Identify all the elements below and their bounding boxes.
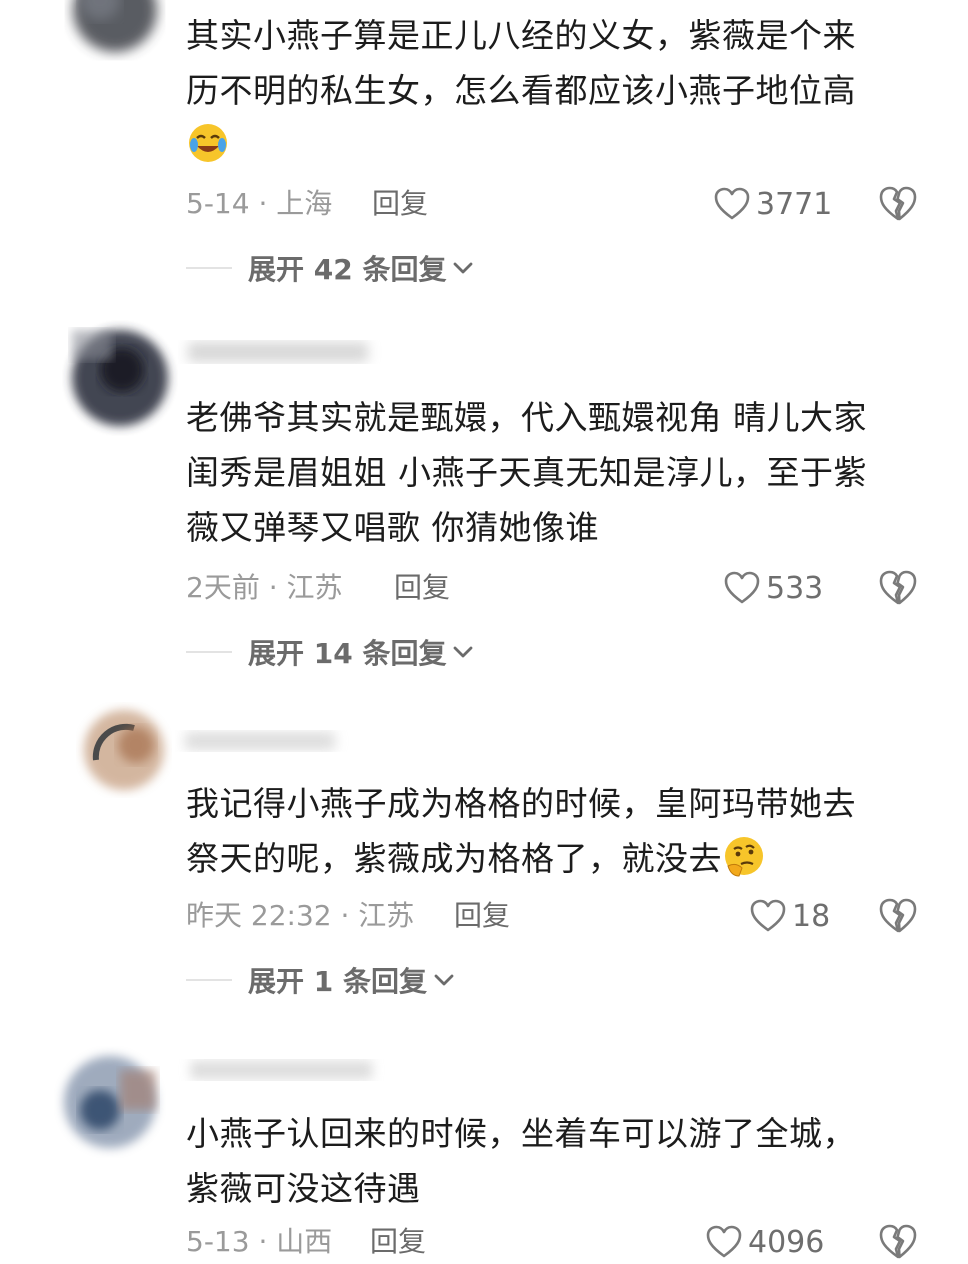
comment-line: 小燕子认回来的时候，坐着车可以游了全城， xyxy=(186,1114,856,1153)
avatar[interactable] xyxy=(50,1040,170,1160)
comment-line: 我记得小燕子成为格格的时候，皇阿玛带她去 xyxy=(186,784,856,823)
avatar[interactable] xyxy=(60,0,170,65)
comment-line: 老佛爷其实就是甄嬛，代入甄嬛视角 晴儿大家 xyxy=(186,398,867,437)
chevron-down-icon xyxy=(434,974,454,986)
reply-button[interactable]: 回复 xyxy=(394,568,450,608)
divider xyxy=(186,651,232,653)
like-button[interactable]: 4096 xyxy=(706,1220,824,1264)
comment-meta: 5-14 · 上海 xyxy=(186,187,333,220)
heart-outline-icon xyxy=(724,571,760,604)
like-button[interactable]: 3771 xyxy=(714,182,832,226)
expand-replies-button[interactable]: 展开 14 条回复 xyxy=(186,632,474,672)
comment-meta: 2天前 · 江苏 xyxy=(186,571,343,604)
comment-line: 历不明的私生女，怎么看都应该小燕子地位高 xyxy=(186,71,856,110)
thinking-face-emoji xyxy=(725,837,763,877)
reply-button[interactable]: 回复 xyxy=(370,1222,426,1262)
reply-button[interactable]: 回复 xyxy=(454,896,510,936)
like-count: 3771 xyxy=(756,186,833,222)
comment-meta: 5-13 · 山西 xyxy=(186,1225,333,1258)
crying-laughing-emoji xyxy=(189,124,227,162)
expand-replies-label: 展开 1 条回复 xyxy=(248,965,427,998)
broken-heart-icon[interactable] xyxy=(878,896,918,936)
comment-text: 其实小燕子算是正儿八经的义女，紫薇是个来 历不明的私生女，怎么看都应该小燕子地位… xyxy=(186,8,921,173)
comment-line: 紫薇可没这待遇 xyxy=(186,1169,421,1208)
avatar[interactable] xyxy=(74,690,174,800)
heart-outline-icon xyxy=(714,187,750,220)
reply-button[interactable]: 回复 xyxy=(372,184,428,224)
comment-meta: 昨天 22:32 · 江苏 xyxy=(186,899,415,932)
expand-replies-button[interactable]: 展开 42 条回复 xyxy=(186,248,474,288)
comment-line: 薇又弹琴又唱歌 你猜她像谁 xyxy=(186,508,599,547)
comment-line: 闺秀是眉姐姐 小燕子天真无知是淳儿，至于紫 xyxy=(186,453,867,492)
expand-replies-button[interactable]: 展开 1 条回复 xyxy=(186,960,455,1000)
divider xyxy=(186,267,232,269)
broken-heart-icon[interactable] xyxy=(878,1222,918,1262)
comment-line: 其实小燕子算是正儿八经的义女，紫薇是个来 xyxy=(186,16,856,55)
expand-replies-label: 展开 42 条回复 xyxy=(248,253,447,286)
avatar[interactable] xyxy=(62,310,182,440)
comment-text: 老佛爷其实就是甄嬛，代入甄嬛视角 晴儿大家 闺秀是眉姐姐 小燕子天真无知是淳儿，… xyxy=(186,390,921,555)
chevron-down-icon xyxy=(454,646,473,658)
comment-line: 祭天的呢，紫薇成为格格了，就没去 xyxy=(186,839,722,878)
heart-outline-icon xyxy=(750,899,786,932)
like-button[interactable]: 533 xyxy=(724,566,823,610)
like-count: 18 xyxy=(792,898,831,934)
username[interactable] xyxy=(176,1050,396,1090)
like-count: 4096 xyxy=(748,1224,825,1260)
username[interactable] xyxy=(175,720,395,760)
username[interactable] xyxy=(178,332,398,372)
heart-outline-icon xyxy=(706,1225,742,1258)
comment-text: 我记得小燕子成为格格的时候，皇阿玛带她去 祭天的呢，紫薇成为格格了，就没去 xyxy=(186,776,921,886)
like-button[interactable]: 18 xyxy=(750,894,830,938)
broken-heart-icon[interactable] xyxy=(878,184,918,224)
comment-text: 小燕子认回来的时候，坐着车可以游了全城， 紫薇可没这待遇 xyxy=(186,1106,921,1216)
like-count: 533 xyxy=(766,570,824,606)
expand-replies-label: 展开 14 条回复 xyxy=(248,637,447,670)
broken-heart-icon[interactable] xyxy=(878,568,918,608)
divider xyxy=(186,979,232,981)
chevron-down-icon xyxy=(454,262,473,274)
